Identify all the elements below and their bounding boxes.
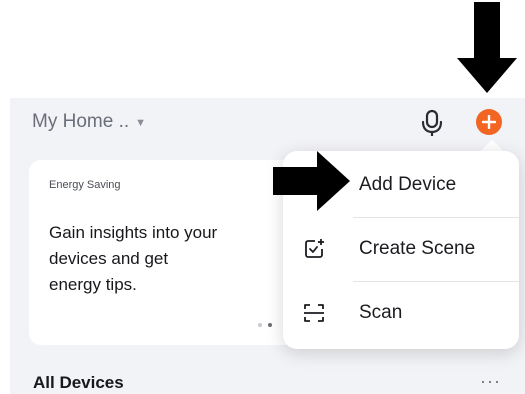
menu-item-create-scene[interactable]: Create Scene (283, 217, 519, 281)
home-label: My Home .. (32, 111, 130, 132)
carousel-dots (258, 323, 272, 327)
menu-item-label: Add Device (359, 174, 457, 195)
create-scene-icon (305, 239, 324, 258)
menu-item-label: Scan (359, 302, 403, 323)
more-icon[interactable]: ··· (480, 372, 501, 390)
arrow-right-icon (273, 151, 350, 211)
arrow-down-icon (457, 2, 517, 93)
all-devices-title: All Devices (33, 373, 124, 392)
home-selector[interactable]: My Home .. ▼ (32, 108, 146, 136)
menu-item-label: Create Scene (359, 238, 476, 259)
caret-down-icon: ▼ (135, 117, 147, 129)
scan-icon (304, 304, 324, 322)
plus-icon (482, 115, 496, 129)
menu-item-scan[interactable]: Scan (283, 281, 519, 345)
card-description: Gain insights into your devices and get … (49, 223, 218, 294)
card-tag: Energy Saving (49, 179, 121, 191)
carousel-dot (258, 323, 262, 327)
mic-icon[interactable] (419, 109, 445, 137)
carousel-dot-active (268, 323, 272, 327)
add-button[interactable] (476, 109, 502, 135)
